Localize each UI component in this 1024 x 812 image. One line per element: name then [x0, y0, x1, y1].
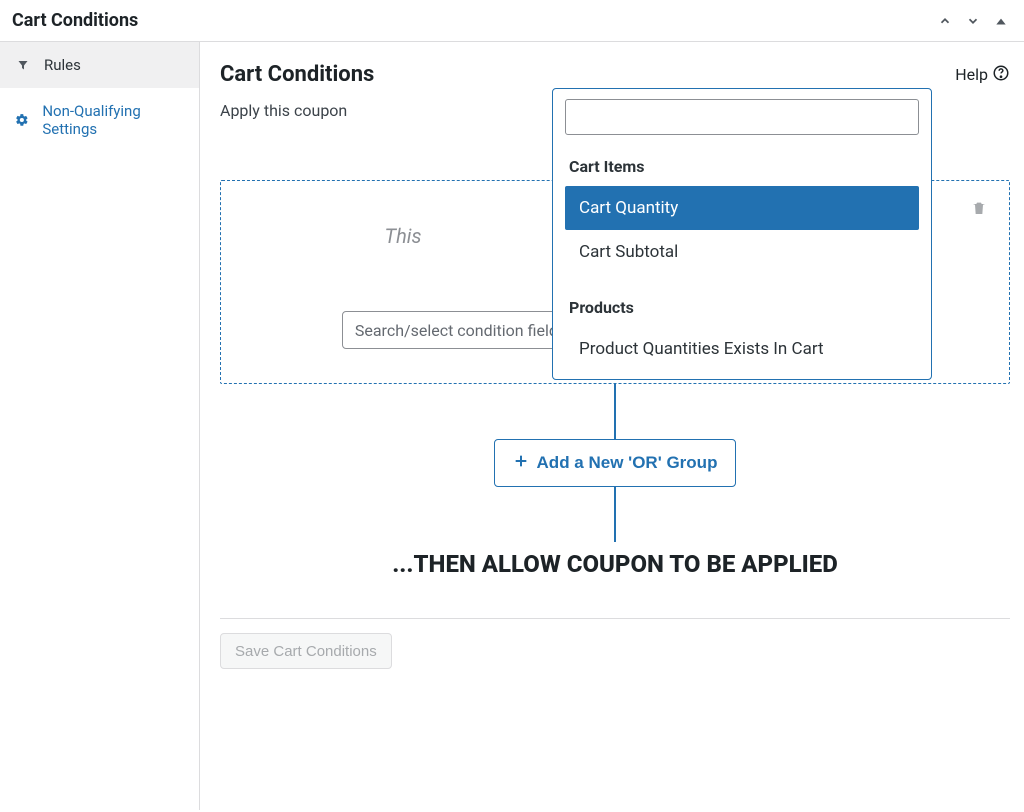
collapse-panel-icon[interactable]	[992, 12, 1010, 30]
footer: Save Cart Conditions	[220, 618, 1010, 669]
dropdown-option-product-quantities[interactable]: Product Quantities Exists In Cart	[565, 327, 919, 371]
content: Cart Conditions Help Apply this coupon -…	[200, 42, 1024, 810]
gear-icon	[14, 113, 30, 127]
dropdown-group-label: Cart Items	[559, 151, 925, 186]
chevron-down-icon[interactable]	[964, 12, 982, 30]
help-icon	[992, 64, 1010, 86]
help-label: Help	[955, 65, 988, 84]
sidebar-item-rules[interactable]: Rules	[0, 42, 199, 88]
then-allow-text: ...THEN ALLOW COUPON TO BE APPLIED	[220, 550, 1010, 578]
chevron-up-icon[interactable]	[936, 12, 954, 30]
save-cart-conditions-button[interactable]: Save Cart Conditions	[220, 633, 392, 669]
dropdown-group: Products Product Quantities Exists In Ca…	[559, 292, 925, 371]
plus-icon	[513, 453, 529, 474]
add-or-group-label: Add a New 'OR' Group	[537, 453, 718, 473]
connector-line	[614, 487, 616, 542]
dropdown-group-label: Products	[559, 292, 925, 327]
condition-dropdown-panel: Cart Items Cart Quantity Cart Subtotal P…	[552, 88, 932, 380]
connector-line	[614, 384, 616, 439]
sidebar: Rules Non-Qualifying Settings	[0, 42, 200, 810]
condition-search-input[interactable]	[565, 99, 919, 135]
page-title: Cart Conditions	[220, 62, 374, 87]
trash-icon[interactable]	[971, 199, 987, 221]
topbar-controls	[936, 12, 1010, 30]
panel-title: Cart Conditions	[12, 10, 138, 31]
topbar: Cart Conditions	[0, 0, 1024, 42]
help-link[interactable]: Help	[955, 64, 1010, 86]
sidebar-item-label: Rules	[44, 56, 81, 74]
combo-placeholder: Search/select condition fields	[355, 321, 566, 340]
sidebar-item-label: Non-Qualifying Settings	[42, 102, 185, 138]
add-or-group-button[interactable]: Add a New 'OR' Group	[494, 439, 737, 487]
filter-icon	[14, 58, 32, 72]
dropdown-option-cart-subtotal[interactable]: Cart Subtotal	[565, 230, 919, 274]
dropdown-group: Cart Items Cart Quantity Cart Subtotal	[559, 151, 925, 274]
dropdown-option-cart-quantity[interactable]: Cart Quantity	[565, 186, 919, 230]
sidebar-item-non-qualifying[interactable]: Non-Qualifying Settings	[0, 88, 199, 152]
